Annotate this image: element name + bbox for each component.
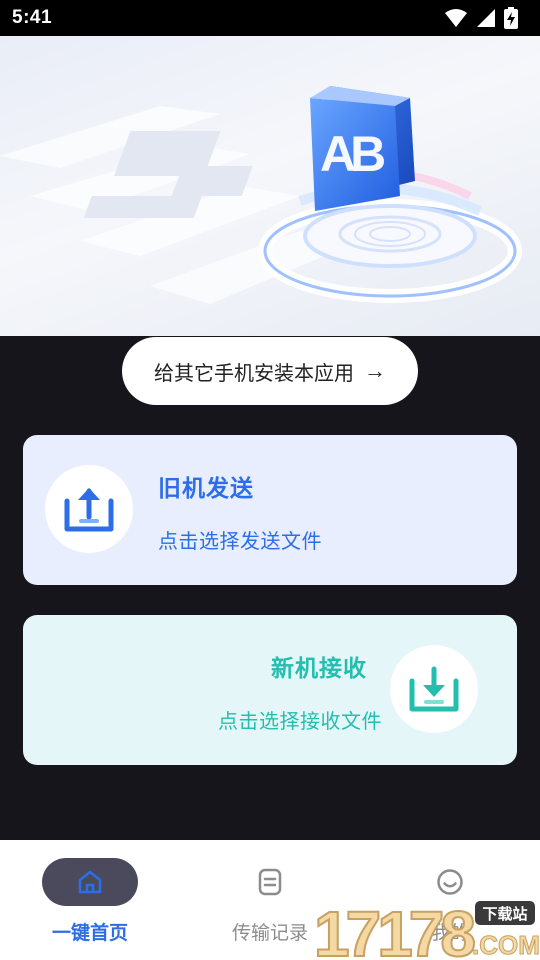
nav-home-label: 一键首页	[51, 923, 128, 944]
watermark-digits: 17178	[314, 898, 474, 960]
status-time: 5:41	[12, 7, 53, 28]
status-bar: 5:41	[0, 0, 540, 36]
install-to-other-phone-button[interactable]: 给其它手机安装本应用 →	[122, 337, 418, 405]
hero-illustration: AB	[0, 36, 540, 336]
ab-logo-text: AB	[320, 126, 384, 182]
watermark-badge: 下载站	[482, 905, 527, 923]
watermark-logo: 17178 下载站 .COM	[313, 897, 540, 960]
send-card-subtitle: 点击选择发送文件	[158, 531, 322, 553]
signal-icon	[477, 9, 495, 27]
receive-icon-circle	[390, 645, 478, 733]
smiley-icon	[437, 869, 463, 895]
download-tray-icon	[409, 666, 459, 712]
old-phone-send-card[interactable]: 旧机发送 点击选择发送文件	[23, 435, 517, 585]
arrow-right-icon: →	[364, 358, 386, 383]
site-watermark: 17178 下载站 .COM	[312, 897, 540, 960]
watermark-domain: .COM	[472, 930, 540, 960]
status-icons	[444, 7, 518, 29]
nav-history-pill	[222, 858, 318, 906]
wifi-icon	[445, 9, 467, 27]
receive-card-title: 新机接收	[271, 655, 367, 681]
document-icon	[258, 868, 282, 896]
upload-tray-icon	[64, 488, 114, 532]
hero-artwork: AB	[0, 86, 522, 304]
nav-item-home[interactable]: 一键首页	[0, 840, 180, 960]
install-button-label: 给其它手机安装本应用	[154, 362, 354, 385]
send-card-title: 旧机发送	[158, 475, 254, 501]
battery-charging-icon	[504, 7, 518, 29]
nav-home-pill	[42, 858, 138, 906]
receive-card-subtitle: 点击选择接收文件	[218, 711, 382, 733]
send-icon-circle	[45, 465, 133, 553]
new-phone-receive-card[interactable]: 新机接收 点击选择接收文件	[23, 615, 517, 765]
home-icon	[78, 870, 102, 894]
